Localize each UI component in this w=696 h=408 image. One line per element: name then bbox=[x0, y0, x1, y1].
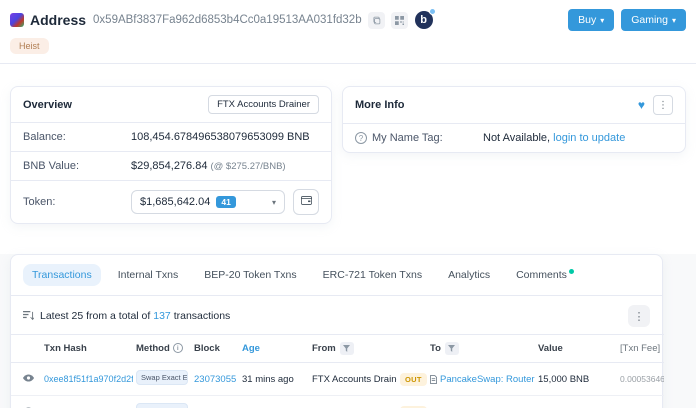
to-address-link[interactable]: PancakeSwap: Router v2 bbox=[440, 374, 535, 385]
comments-new-dot bbox=[568, 269, 574, 274]
bnb-rate: (@ $275.27/BNB) bbox=[210, 160, 286, 172]
col-txn-fee: [Txn Fee] bbox=[617, 334, 664, 363]
funnel-icon bbox=[343, 345, 351, 352]
txn-fee: 0.00053646 bbox=[620, 373, 664, 384]
total-transactions-link[interactable]: 137 bbox=[153, 310, 171, 322]
question-circle-icon: ? bbox=[355, 132, 367, 144]
name-tag-label: My Name Tag: bbox=[372, 132, 443, 144]
token-row: Token: $1,685,642.04 41 ▾ bbox=[11, 181, 331, 223]
summary-prefix: Latest 25 from a total of bbox=[40, 310, 151, 322]
token-holdings-dropdown[interactable]: $1,685,642.04 41 ▾ bbox=[131, 190, 285, 214]
table-header-row: Txn Hash Method i Block Age From To Value… bbox=[11, 334, 664, 363]
from-cell: FTX Accounts Drainer bbox=[309, 395, 397, 408]
col-txn-hash: Txn Hash bbox=[41, 334, 133, 363]
token-total-value: $1,685,642.04 bbox=[140, 196, 211, 208]
chevron-down-icon: ▾ bbox=[600, 16, 605, 25]
kebab-menu-icon: ⋮ bbox=[633, 310, 645, 323]
direction-badge: OUT bbox=[400, 372, 427, 386]
block-link[interactable]: 23073055 bbox=[194, 374, 236, 385]
eye-icon bbox=[23, 373, 34, 382]
info-icon: i bbox=[172, 343, 183, 354]
transactions-summary: Latest 25 from a total of 137 transactio… bbox=[11, 296, 662, 334]
transactions-section: Transactions Internal Txns BEP-20 Token … bbox=[0, 254, 696, 408]
method-badge: Swap Exact ETH F... bbox=[136, 403, 188, 408]
eye-column-header bbox=[11, 334, 41, 363]
balance-value: 108,454.678496538079653099 BNB bbox=[131, 131, 310, 143]
col-block: Block bbox=[191, 334, 239, 363]
col-to: To bbox=[427, 334, 535, 363]
col-direction bbox=[397, 334, 427, 363]
tab-internal-txns[interactable]: Internal Txns bbox=[109, 264, 188, 286]
blockscan-chat-button[interactable]: b bbox=[414, 8, 436, 29]
tab-bar: Transactions Internal Txns BEP-20 Token … bbox=[11, 255, 662, 296]
view-wallet-button[interactable] bbox=[293, 189, 319, 215]
tab-transactions[interactable]: Transactions bbox=[23, 264, 101, 286]
balance-label: Balance: bbox=[23, 131, 66, 143]
copy-icon bbox=[372, 16, 381, 25]
tx-preview-button[interactable] bbox=[23, 373, 34, 382]
address-identicon bbox=[10, 13, 24, 27]
address-hash: 0x59ABf3837Fa962d6853b4Cc0a19513AA031fd3… bbox=[93, 14, 362, 26]
overview-card: Overview FTX Accounts Drainer Balance: 1… bbox=[10, 86, 332, 224]
from-cell: FTX Accounts Drainer bbox=[309, 362, 397, 396]
chevron-down-icon: ▾ bbox=[671, 16, 676, 25]
col-value: Value bbox=[535, 334, 617, 363]
summary-cards: Overview FTX Accounts Drainer Balance: 1… bbox=[0, 64, 696, 224]
qr-code-button[interactable] bbox=[390, 11, 408, 29]
page-title: Address bbox=[30, 12, 87, 28]
name-tag-value: Not Available, bbox=[483, 132, 551, 144]
bnb-value: $29,854,276.84 bbox=[131, 160, 208, 172]
age-cell: 31 mins ago bbox=[239, 362, 309, 396]
buy-button[interactable]: Buy ▾ bbox=[568, 9, 615, 31]
txn-hash-link[interactable]: 0xee81f51f1a970f2d2f66... bbox=[44, 374, 133, 384]
name-tag-row: ? My Name Tag: Not Available, login to u… bbox=[343, 124, 685, 152]
favorite-heart-icon[interactable]: ♥ bbox=[638, 98, 645, 112]
address-name-badge[interactable]: FTX Accounts Drainer bbox=[208, 95, 319, 114]
tag-row: Heist bbox=[0, 31, 696, 63]
chevron-down-icon: ▾ bbox=[271, 197, 276, 207]
method-badge: Swap Exact ETH F... bbox=[136, 370, 188, 385]
col-age-toggle[interactable]: Age bbox=[239, 334, 309, 363]
col-from: From bbox=[309, 334, 397, 363]
table-row: 0xee81f51f1a970f2d2f66... Swap Exact ETH… bbox=[11, 362, 664, 396]
table-options-button[interactable]: ⋮ bbox=[628, 305, 650, 327]
heist-label-tag[interactable]: Heist bbox=[10, 38, 49, 54]
kebab-menu-icon: ⋮ bbox=[658, 99, 668, 111]
more-options-button[interactable]: ⋮ bbox=[653, 95, 673, 115]
sort-descending-icon bbox=[23, 311, 34, 321]
chat-notification-dot bbox=[428, 8, 436, 15]
bnb-value-row: BNB Value: $29,854,276.84 (@ $275.27/BNB… bbox=[11, 152, 331, 181]
summary-suffix: transactions bbox=[173, 310, 231, 322]
more-info-title: More Info bbox=[355, 99, 405, 111]
funnel-icon bbox=[448, 345, 456, 352]
login-to-update-link[interactable]: login to update bbox=[553, 132, 625, 144]
gaming-button[interactable]: Gaming ▾ bbox=[621, 9, 686, 31]
contract-icon bbox=[430, 374, 437, 384]
page-header: Address 0x59ABf3837Fa962d6853b4Cc0a19513… bbox=[0, 0, 696, 31]
qr-code-icon bbox=[394, 15, 404, 25]
tab-analytics[interactable]: Analytics bbox=[439, 264, 499, 286]
address-page: Address 0x59ABf3837Fa962d6853b4Cc0a19513… bbox=[0, 0, 696, 408]
age-cell: 36 mins ago bbox=[239, 395, 309, 408]
blockscan-chat-letter: b bbox=[420, 14, 427, 26]
transactions-table: Txn Hash Method i Block Age From To Value… bbox=[11, 334, 664, 408]
copy-address-button[interactable] bbox=[367, 11, 385, 29]
token-count-badge: 41 bbox=[216, 196, 236, 208]
bnb-value-label: BNB Value: bbox=[23, 160, 80, 172]
token-label: Token: bbox=[23, 196, 56, 208]
value-cell: 3,500 BNB bbox=[535, 395, 617, 408]
value-cell: 15,000 BNB bbox=[535, 362, 617, 396]
tab-erc721-token-txns[interactable]: ERC-721 Token Txns bbox=[314, 264, 431, 286]
tab-bep20-token-txns[interactable]: BEP-20 Token Txns bbox=[195, 264, 305, 286]
wallet-icon bbox=[300, 196, 312, 208]
col-method: Method i bbox=[133, 334, 191, 363]
from-filter-button[interactable] bbox=[339, 342, 354, 355]
overview-title: Overview bbox=[23, 98, 72, 111]
more-info-card: More Info ♥ ⋮ ? My Name Tag: Not Availab… bbox=[342, 86, 686, 153]
table-row: 0x28e6dfcb4d07b93e63... Swap Exact ETH F… bbox=[11, 395, 664, 408]
transactions-card: Transactions Internal Txns BEP-20 Token … bbox=[10, 254, 664, 408]
to-filter-button[interactable] bbox=[444, 342, 459, 355]
balance-row: Balance: 108,454.678496538079653099 BNB bbox=[11, 123, 331, 152]
tab-comments[interactable]: Comments bbox=[507, 264, 583, 286]
